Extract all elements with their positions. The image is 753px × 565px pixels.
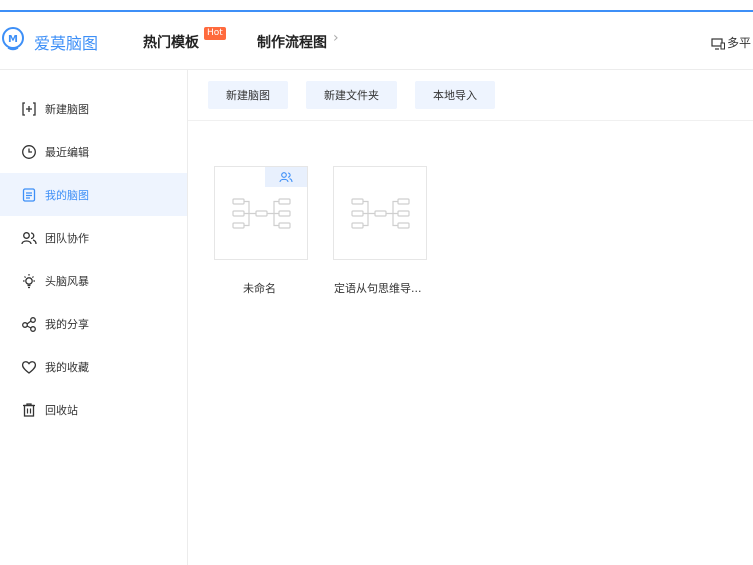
team-icon	[21, 230, 37, 246]
window-title-strip	[0, 0, 753, 10]
nav-hot-templates[interactable]: 热门模板	[143, 32, 199, 52]
share-icon	[21, 316, 37, 332]
sidebar-item-label: 最近编辑	[45, 145, 89, 159]
file-name[interactable]: 定语从句思维导...	[334, 280, 422, 296]
sidebar-item-label: 回收站	[45, 403, 78, 417]
sidebar-item-label: 我的分享	[45, 317, 89, 331]
new-folder-button[interactable]: 新建文件夹	[306, 81, 397, 109]
mindmap-thumbnail-icon	[232, 198, 291, 229]
multi-platform-label: 多平	[727, 36, 752, 50]
sidebar-item-recent[interactable]: 最近编辑	[0, 130, 187, 173]
sidebar-item-label: 我的收藏	[45, 360, 89, 374]
nav-make-flowchart[interactable]: 制作流程图	[257, 32, 327, 52]
file-card[interactable]	[333, 166, 427, 260]
sidebar-item-label: 头脑风暴	[45, 274, 89, 288]
document-icon	[21, 187, 37, 203]
team-icon	[265, 167, 307, 187]
sidebar: 新建脑图 最近编辑 我的脑图 团队协作 头脑风暴 我的分享 我的收藏 回收站	[0, 70, 188, 565]
toolbar: 新建脑图 新建文件夹 本地导入	[188, 70, 753, 121]
heart-icon	[21, 359, 37, 375]
sidebar-item-my-maps[interactable]: 我的脑图	[0, 173, 187, 216]
top-header: M 爱莫脑图 热门模板 Hot 制作流程图 › 多平	[0, 12, 753, 70]
devices-icon	[711, 38, 725, 50]
app-title[interactable]: 爱莫脑图	[34, 30, 98, 54]
sidebar-item-label: 我的脑图	[45, 188, 89, 202]
trash-icon	[21, 402, 37, 418]
sidebar-item-new-map[interactable]: 新建脑图	[0, 87, 187, 130]
sidebar-item-share[interactable]: 我的分享	[0, 302, 187, 345]
sidebar-item-trash[interactable]: 回收站	[0, 388, 187, 431]
sidebar-item-label: 新建脑图	[45, 102, 89, 116]
file-name[interactable]: 未命名	[243, 280, 276, 296]
new-map-button[interactable]: 新建脑图	[208, 81, 288, 109]
sidebar-item-team[interactable]: 团队协作	[0, 216, 187, 259]
sidebar-item-favorites[interactable]: 我的收藏	[0, 345, 187, 388]
chevron-right-icon: ›	[333, 30, 339, 46]
local-import-button[interactable]: 本地导入	[415, 81, 495, 109]
lightbulb-icon	[21, 273, 37, 289]
new-plus-icon	[21, 101, 37, 117]
clock-icon	[21, 144, 37, 160]
app-logo-icon[interactable]: M	[0, 26, 26, 52]
svg-text:M: M	[8, 34, 18, 45]
mindmap-thumbnail-icon	[351, 198, 410, 229]
hot-badge: Hot	[204, 27, 226, 40]
sidebar-item-brainstorm[interactable]: 头脑风暴	[0, 259, 187, 302]
file-card[interactable]	[214, 166, 308, 260]
sidebar-item-label: 团队协作	[45, 231, 89, 245]
multi-platform-link[interactable]: 多平	[711, 34, 751, 51]
